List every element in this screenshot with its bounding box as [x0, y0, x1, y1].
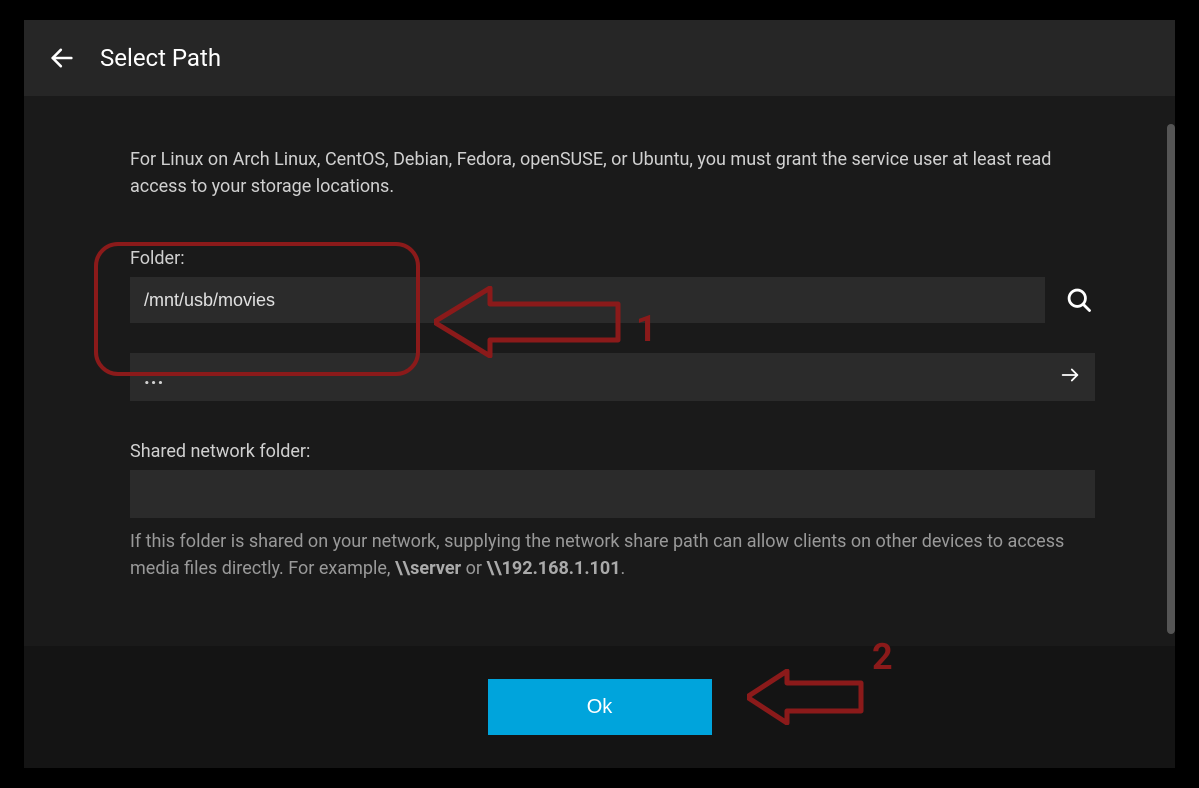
- back-button[interactable]: [44, 40, 80, 76]
- info-text: For Linux on Arch Linux, CentOS, Debian,…: [130, 146, 1090, 200]
- select-path-dialog: Select Path For Linux on Arch Linux, Cen…: [24, 20, 1175, 768]
- folder-row: [130, 277, 1095, 323]
- search-button[interactable]: [1063, 284, 1095, 316]
- parent-folder-label: ...: [144, 365, 164, 389]
- arrow-left-icon: [48, 44, 76, 72]
- folder-input[interactable]: [130, 277, 1045, 323]
- dialog-title: Select Path: [100, 44, 221, 72]
- search-icon: [1065, 286, 1093, 314]
- folder-label: Folder:: [130, 248, 1095, 269]
- parent-folder-row[interactable]: ...: [130, 353, 1095, 401]
- dialog-header: Select Path: [24, 20, 1175, 96]
- ok-button[interactable]: Ok: [488, 679, 712, 735]
- shared-network-input[interactable]: [130, 470, 1095, 518]
- scrollbar[interactable]: [1167, 124, 1175, 634]
- shared-network-label: Shared network folder:: [130, 441, 1095, 462]
- dialog-footer: Ok: [24, 646, 1175, 768]
- dialog-body: For Linux on Arch Linux, CentOS, Debian,…: [24, 96, 1175, 646]
- chevron-right-icon: [1059, 364, 1081, 390]
- shared-network-help: If this folder is shared on your network…: [130, 528, 1095, 582]
